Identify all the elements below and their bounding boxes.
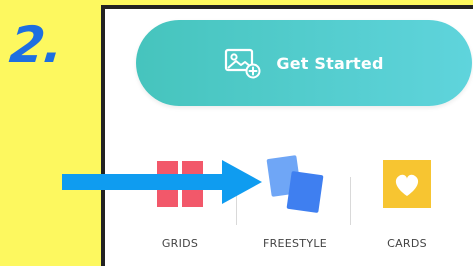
option-grids-label: GRIDS	[161, 237, 199, 250]
option-freestyle-label: FREESTYLE	[262, 237, 328, 250]
pointer-arrow	[62, 160, 262, 204]
divider	[350, 177, 351, 225]
heart-card-icon	[382, 159, 432, 214]
add-image-icon	[224, 47, 262, 79]
app-screen: Get Started GRIDS FREESTYLE CARDS	[101, 5, 473, 266]
freestyle-icon	[263, 153, 327, 222]
get-started-label: Get Started	[276, 53, 384, 73]
option-cards-label: CARDS	[387, 237, 427, 250]
option-cards[interactable]: CARDS	[352, 149, 462, 259]
step-number: 2.	[6, 16, 65, 74]
get-started-button[interactable]: Get Started	[136, 20, 472, 106]
